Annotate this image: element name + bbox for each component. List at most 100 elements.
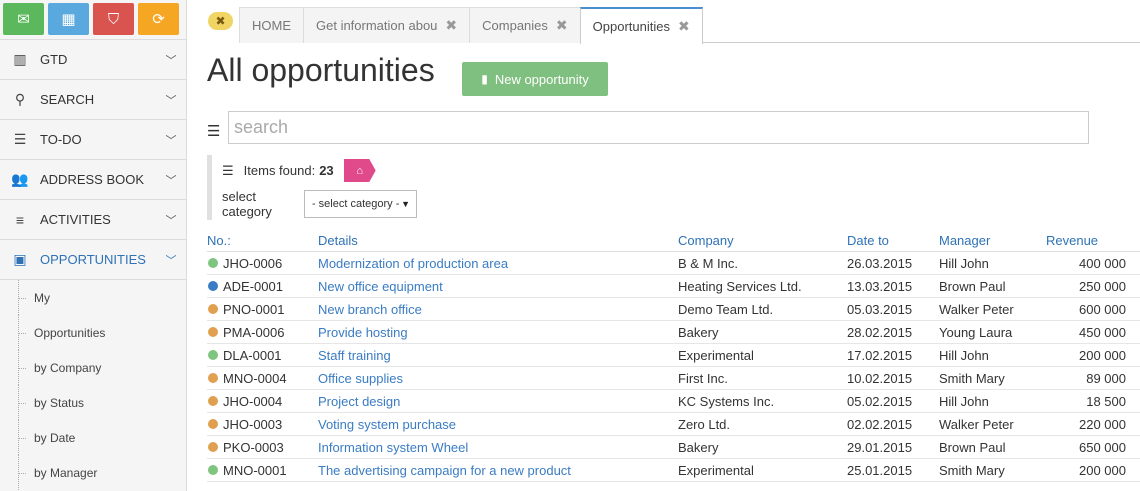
home-tag-button[interactable]: ⌂ (343, 159, 376, 182)
cell-no: PKO-0003 (207, 440, 318, 455)
table-row[interactable]: ADE-0001 New office equipment Heating Serv… (207, 275, 1140, 298)
cell-company: Heating Services Ltd. (678, 278, 802, 294)
close-icon[interactable]: ✖ (445, 17, 457, 34)
column-header-details[interactable]: Details (318, 233, 678, 248)
cell-no: PNO-0001 (207, 302, 318, 317)
sidebar-item-label: GTD (40, 52, 68, 67)
bookmark-button[interactable]: ⛉ (93, 3, 134, 35)
close-icon[interactable]: ✖ (678, 18, 690, 35)
submenu-item-by-manager[interactable]: by Manager (0, 455, 186, 490)
tab-label: Opportunities (592, 19, 670, 34)
sidebar: ✉ ▦ ⛉ ⟳ ▥ GTD ﹀ ⚲ SEARCH ﹀ ☰ TO-DO ﹀ 👥 A… (0, 0, 187, 491)
sidebar-item-label: OPPORTUNITIES (40, 252, 146, 267)
sidebar-item-gtd[interactable]: ▥ GTD ﹀ (0, 39, 186, 79)
tab-get-information[interactable]: Get information abou ✖ (303, 7, 471, 43)
cell-revenue: 600 000 (1079, 301, 1126, 317)
category-select-value: - select category - (311, 198, 400, 210)
items-found-count: 23 (319, 163, 334, 178)
status-dot (208, 419, 218, 429)
refresh-button[interactable]: ⟳ (138, 3, 179, 35)
table-row[interactable]: DLA-0001 Staff training Experimental 17.02.… (207, 344, 1140, 367)
close-icon[interactable]: ✖ (556, 17, 568, 34)
table-row[interactable]: MNO-0001 The advertising campaign for a n… (207, 459, 1140, 482)
cell-manager: Walker Peter (939, 416, 1014, 432)
tab-opportunities[interactable]: Opportunities ✖ (579, 7, 703, 44)
cell-revenue: 650 000 (1079, 439, 1126, 455)
items-found-row: ☰ Items found: 23 ⌂ (222, 159, 376, 182)
tab-home[interactable]: HOME (239, 7, 304, 43)
close-all-tabs-button[interactable]: ✖ (208, 12, 233, 30)
submenu-item-by-status[interactable]: by Status (0, 385, 186, 420)
column-header-company[interactable]: Company (678, 233, 847, 248)
sidebar-item-search[interactable]: ⚲ SEARCH ﹀ (0, 79, 186, 119)
sidebar-item-todo[interactable]: ☰ TO-DO ﹀ (0, 119, 186, 159)
column-header-manager[interactable]: Manager (939, 233, 1046, 248)
column-header-revenue[interactable]: Revenue (1046, 233, 1126, 248)
search-input[interactable] (228, 111, 1089, 144)
submenu-item-opportunities[interactable]: Opportunities (0, 315, 186, 350)
submenu-item-my[interactable]: My (0, 280, 186, 315)
bars-icon: ≡ (15, 211, 25, 228)
status-dot (208, 304, 218, 314)
chevron-down-icon: ﹀ (165, 174, 177, 187)
sidebar-item-label: ADDRESS BOOK (40, 172, 145, 187)
column-header-no[interactable]: No.: (207, 233, 318, 248)
sidebar-item-label: SEARCH (40, 92, 95, 107)
status-dot (208, 258, 218, 268)
submenu-item-by-company[interactable]: by Company (0, 350, 186, 385)
quick-buttons: ✉ ▦ ⛉ ⟳ (0, 0, 186, 35)
cell-manager: Walker Peter (939, 301, 1014, 317)
cell-date-to: 13.03.2015 (847, 278, 913, 294)
table-row[interactable]: JHO-0004 Project design KC Systems Inc. 05.… (207, 390, 1140, 413)
table-row[interactable]: PMA-0006 Provide hosting Bakery 28.02.2015 Y… (207, 321, 1140, 344)
opportunity-details-link[interactable]: Voting system purchase (318, 417, 678, 432)
cell-no: MNO-0004 (207, 371, 318, 386)
column-header-date-to[interactable]: Date to (847, 233, 939, 248)
opportunity-details-link[interactable]: New branch office (318, 302, 678, 317)
cell-date-to: 25.01.2015 (847, 462, 913, 478)
tab-label: HOME (252, 18, 291, 33)
opportunity-details-link[interactable]: Information system Wheel (318, 440, 678, 455)
sidebar-item-activities[interactable]: ≡ ACTIVITIES ﹀ (0, 199, 186, 239)
calendar-button[interactable]: ▦ (48, 3, 89, 35)
cell-date-to: 29.01.2015 (847, 439, 913, 455)
table-row[interactable]: PNO-0001 New branch office Demo Team Ltd. 0… (207, 298, 1140, 321)
cell-revenue: 200 000 (1079, 347, 1126, 363)
tab-label: Companies (482, 18, 548, 33)
table-row[interactable]: PKO-0003 Information system Wheel Bakery 29… (207, 436, 1140, 459)
envelope-icon: ✉ (17, 11, 30, 28)
chevron-down-icon: ﹀ (165, 134, 177, 147)
submenu-item-by-date[interactable]: by Date (0, 420, 186, 455)
opportunity-details-link[interactable]: Provide hosting (318, 325, 678, 340)
category-select[interactable]: - select category - ▼ (303, 190, 417, 218)
refresh-icon: ⟳ (152, 11, 165, 28)
opportunity-details-link[interactable]: The advertising campaign for a new produ… (318, 463, 678, 478)
table-row[interactable]: JHO-0006 Modernization of production area… (207, 252, 1140, 275)
opportunity-details-link[interactable]: Project design (318, 394, 678, 409)
cell-revenue: 200 000 (1079, 462, 1126, 478)
sidebar-item-opportunities[interactable]: ▣ OPPORTUNITIES ﹀ (0, 239, 186, 279)
cell-company: Zero Ltd. (678, 416, 731, 432)
opportunity-number: MNO-0001 (223, 462, 287, 478)
opportunity-details-link[interactable]: Staff training (318, 348, 678, 363)
new-opportunity-button[interactable]: ▮ New opportunity (462, 62, 608, 96)
sidebar-menu: ▥ GTD ﹀ ⚲ SEARCH ﹀ ☰ TO-DO ﹀ 👥 ADDRESS B… (0, 39, 186, 490)
cell-company: Experimental (678, 347, 754, 363)
opportunity-details-link[interactable]: Office supplies (318, 371, 678, 386)
category-row: select category - select category - ▼ (222, 189, 417, 219)
table-row[interactable]: MNO-0004 Office supplies First Inc. 10.02.2… (207, 367, 1140, 390)
opportunities-table: No.: Details Company Date to Manager Rev… (207, 230, 1140, 482)
mail-button[interactable]: ✉ (3, 3, 44, 35)
sidebar-item-label: ACTIVITIES (40, 212, 111, 227)
tab-companies[interactable]: Companies ✖ (469, 7, 581, 43)
search-menu-icon[interactable]: ☰ (207, 122, 220, 140)
opportunity-details-link[interactable]: Modernization of production area (318, 256, 678, 271)
table-row[interactable]: JHO-0003 Voting system purchase Zero Ltd. 0… (207, 413, 1140, 436)
cell-date-to: 17.02.2015 (847, 347, 913, 363)
filter-menu-icon[interactable]: ☰ (222, 163, 234, 179)
opportunity-details-link[interactable]: New office equipment (318, 279, 678, 294)
opportunity-number: PMA-0006 (223, 324, 285, 340)
opportunity-number: JHO-0006 (223, 255, 283, 271)
document-icon: ▮ (481, 72, 488, 86)
sidebar-item-address-book[interactable]: 👥 ADDRESS BOOK ﹀ (0, 159, 186, 199)
